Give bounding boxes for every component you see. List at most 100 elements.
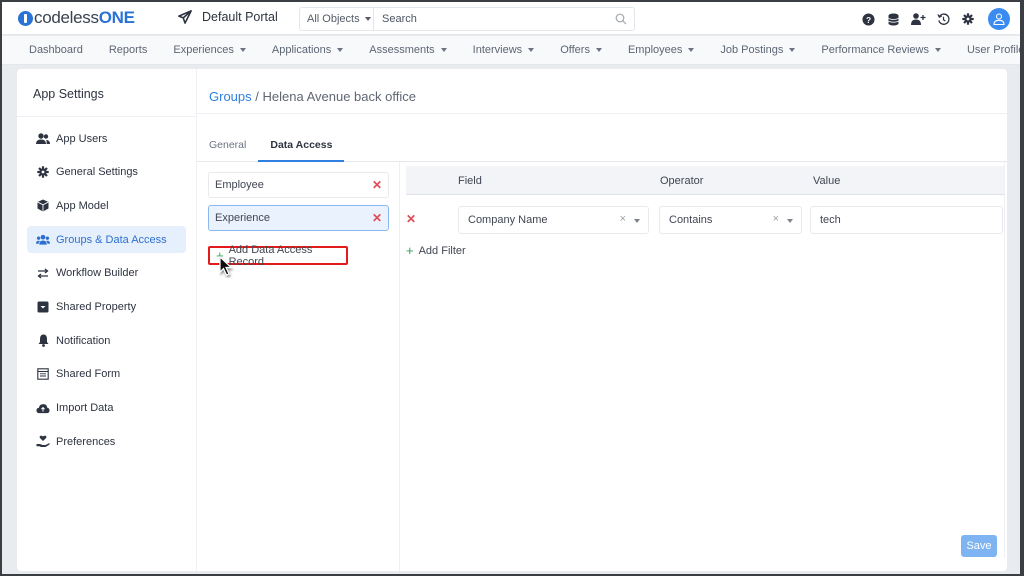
sidebar-item-general-settings[interactable]: General Settings [27,159,186,186]
clear-icon[interactable]: × [773,213,779,225]
user-avatar[interactable] [988,8,1010,30]
nav-label: Performance Reviews [821,44,929,56]
cloud-upload-icon [36,401,50,415]
nav-employees[interactable]: Employees [627,44,695,56]
form-icon [36,367,50,381]
paper-plane-icon [178,10,192,24]
nav-experiences[interactable]: Experiences [173,44,246,56]
sidebar-item-label: Shared Form [56,368,121,381]
settings-button[interactable] [956,7,980,31]
logo-mark-icon [18,10,33,26]
history-button[interactable] [931,7,955,31]
add-filter-label: Add Filter [418,244,466,257]
sidebar-item-shared-property[interactable]: Shared Property [27,293,186,320]
nav-job-postings[interactable]: Job Postings [720,44,796,56]
add-filter-button[interactable]: + Add Filter [406,243,466,258]
chevron-down-icon [634,219,640,223]
sidebar-item-label: App Model [56,199,109,212]
portal-label: Default Portal [202,10,278,24]
sidebar-item-preferences[interactable]: Preferences [27,428,186,455]
field-select-value: Company Name [468,214,548,226]
users-icon [36,132,50,146]
search-input[interactable] [374,8,608,30]
sidebar-item-label: App Users [56,132,108,145]
cube-icon [36,199,50,213]
data-access-records-list: Employee ✕ Experience ✕ + Add Data Acces… [197,162,400,571]
sidebar-item-label: Notification [56,334,111,347]
sidebar-item-app-model[interactable]: App Model [27,192,186,219]
remove-record-icon[interactable]: ✕ [372,178,382,192]
box-icon [36,300,50,314]
app-window: codelessONE Default Portal All Objects ? [2,2,1020,574]
database-icon [887,13,899,25]
add-user-button[interactable] [906,7,930,31]
codelessone-logo[interactable]: codeless ONE [18,8,135,28]
sidebar-item-groups-data-access[interactable]: Groups & Data Access [27,226,186,254]
nav-label: Applications [271,44,332,56]
record-item-experience[interactable]: Experience ✕ [208,205,389,231]
record-label: Experience [215,212,271,224]
value-input[interactable] [810,206,1003,234]
filter-panel: Field Operator Value ✕ Company Name × Co… [401,162,1008,571]
nav-dashboard[interactable]: Dashboard [29,44,83,56]
hand-heart-icon [36,435,50,449]
nav-label: Offers [560,44,590,56]
sidebar-item-label: General Settings [56,166,138,179]
gear-icon [36,165,50,179]
operator-select[interactable]: Contains × [659,206,802,234]
nav-label: Dashboard [29,44,83,56]
chevron-down-icon [595,48,602,52]
help-button[interactable]: ? [856,7,880,31]
remove-filter-icon[interactable]: ✕ [406,212,416,226]
logo-text-one: ONE [98,8,135,27]
object-filter-dropdown[interactable]: All Objects [300,8,374,30]
sidebar-item-shared-form[interactable]: Shared Form [27,361,186,388]
nav-label: Reports [108,44,148,56]
chevron-down-icon [787,219,793,223]
record-label: Employee [215,179,264,191]
chevron-down-icon [528,48,535,52]
sidebar-item-app-users[interactable]: App Users [27,125,186,152]
database-button[interactable] [881,7,905,31]
remove-record-icon[interactable]: ✕ [372,211,382,225]
tab-data-access[interactable]: Data Access [258,129,345,162]
nav-interviews[interactable]: Interviews [473,44,535,56]
nav-offers[interactable]: Offers [560,44,602,56]
field-select[interactable]: Company Name × [458,206,649,234]
sidebar-item-label: Workflow Builder [56,267,139,280]
sidebar-item-label: Shared Property [56,300,137,313]
breadcrumb: Groups / Helena Avenue back office [197,69,1007,114]
breadcrumb-separator: / [251,89,263,104]
add-user-icon [910,13,925,25]
breadcrumb-groups-link[interactable]: Groups [209,89,252,104]
record-item-employee[interactable]: Employee ✕ [208,172,389,198]
bell-icon [36,334,50,348]
tab-bar: General Data Access [197,129,1007,162]
breadcrumb-current: Helena Avenue back office [262,89,416,104]
settings-icon [962,13,974,25]
svg-text:?: ? [865,14,870,24]
main-panel: Groups / Helena Avenue back office Gener… [196,69,1007,571]
nav-user-profile[interactable]: User Profile [967,44,1020,56]
sidebar-item-workflow-builder[interactable]: Workflow Builder [27,260,186,287]
tab-general[interactable]: General [197,129,258,161]
exchange-icon [36,266,50,280]
filter-row: ✕ Company Name × Contains × [401,206,1008,234]
nav-applications[interactable]: Applications [271,44,344,56]
filter-table-header: Field Operator Value [406,166,1004,195]
save-button[interactable]: Save [961,535,997,557]
nav-performance-reviews[interactable]: Performance Reviews [821,44,941,56]
clear-icon[interactable]: × [620,213,626,225]
nav-label: Employees [627,44,683,56]
chevron-down-icon [364,17,371,21]
search-button[interactable] [608,8,634,30]
sidebar-item-notification[interactable]: Notification [27,327,186,354]
header-field: Field [458,175,482,187]
portal-selector[interactable]: Default Portal [178,10,278,24]
nav-assessments[interactable]: Assessments [369,44,447,56]
history-icon [936,12,950,25]
operator-select-value: Contains [669,214,713,226]
main-nav: Dashboard Reports Experiences Applicatio… [2,36,1020,65]
nav-reports[interactable]: Reports [109,44,148,56]
sidebar-item-import-data[interactable]: Import Data [27,395,186,422]
